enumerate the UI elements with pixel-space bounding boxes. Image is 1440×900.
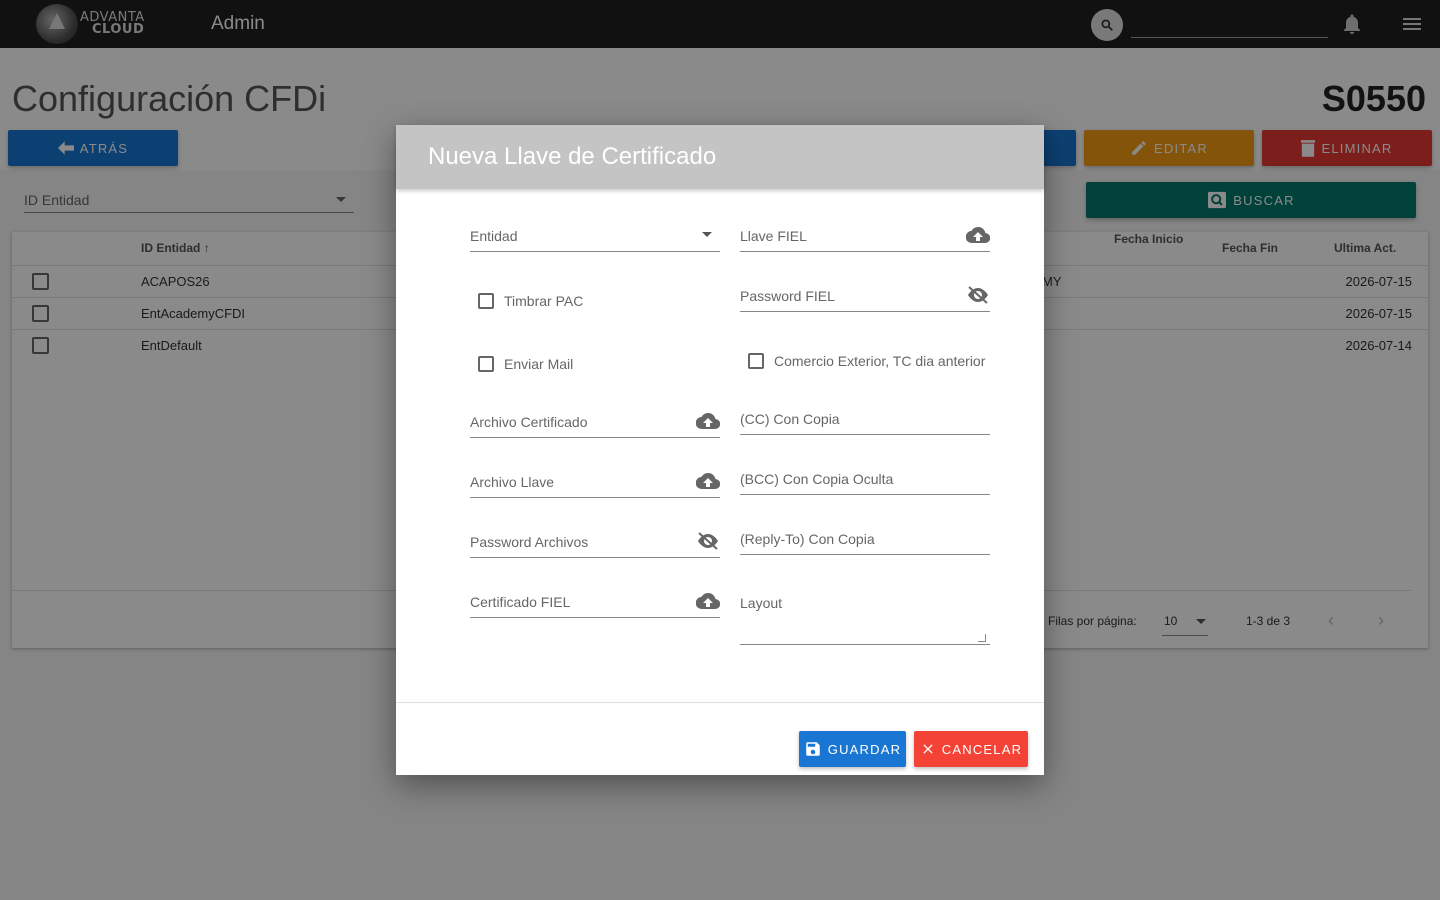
password-fiel-label: Password FIEL bbox=[740, 288, 835, 304]
dialog-title: Nueva Llave de Certificado bbox=[428, 143, 717, 170]
llave-fiel-field[interactable]: Llave FIEL bbox=[740, 220, 990, 252]
floppy-disk-icon bbox=[806, 742, 820, 756]
checkbox-box[interactable] bbox=[478, 293, 494, 309]
cloud-upload-icon[interactable] bbox=[696, 470, 720, 492]
cc-label: (CC) Con Copia bbox=[740, 411, 840, 427]
dropdown-arrow-icon bbox=[702, 232, 712, 237]
enviar-mail-label: Enviar Mail bbox=[504, 356, 574, 372]
password-archivos-field[interactable]: Password Archivos bbox=[470, 526, 720, 558]
certificado-fiel-field[interactable]: Certificado FIEL bbox=[470, 586, 720, 618]
resize-grip-icon[interactable] bbox=[978, 634, 986, 642]
checkbox-box[interactable] bbox=[748, 353, 764, 369]
archivo-llave-field[interactable]: Archivo Llave bbox=[470, 466, 720, 498]
cloud-upload-icon[interactable] bbox=[966, 224, 990, 246]
save-button[interactable]: GUARDAR bbox=[799, 731, 906, 767]
cc-field[interactable]: (CC) Con Copia bbox=[740, 403, 990, 435]
dialog-divider bbox=[396, 702, 1044, 703]
new-certificate-key-dialog: Nueva Llave de Certificado Entidad Timbr… bbox=[396, 125, 1044, 775]
reply-to-label: (Reply-To) Con Copia bbox=[740, 531, 875, 547]
bcc-label: (BCC) Con Copia Oculta bbox=[740, 471, 894, 487]
checkbox-box[interactable] bbox=[478, 356, 494, 372]
bcc-field[interactable]: (BCC) Con Copia Oculta bbox=[740, 463, 990, 495]
llave-fiel-label: Llave FIEL bbox=[740, 228, 807, 244]
dialog-header: Nueva Llave de Certificado bbox=[396, 125, 1044, 189]
password-fiel-field[interactable]: Password FIEL bbox=[740, 280, 990, 312]
archivo-certificado-label: Archivo Certificado bbox=[470, 414, 588, 430]
eye-off-icon[interactable] bbox=[696, 530, 720, 552]
entidad-label: Entidad bbox=[470, 228, 518, 244]
layout-textarea[interactable]: Layout bbox=[740, 591, 990, 645]
save-button-label: GUARDAR bbox=[827, 741, 902, 757]
comercio-exterior-checkbox[interactable]: Comercio Exterior, TC dia anterior bbox=[740, 349, 985, 373]
reply-to-field[interactable]: (Reply-To) Con Copia bbox=[740, 523, 990, 555]
cancel-button[interactable]: CANCELAR bbox=[914, 731, 1028, 767]
archivo-certificado-field[interactable]: Archivo Certificado bbox=[470, 406, 720, 438]
cancel-button-label: CANCELAR bbox=[941, 741, 1023, 757]
cloud-upload-icon[interactable] bbox=[696, 410, 720, 432]
cloud-upload-icon[interactable] bbox=[696, 590, 720, 612]
certificado-fiel-label: Certificado FIEL bbox=[470, 594, 571, 610]
password-archivos-label: Password Archivos bbox=[470, 534, 589, 550]
timbrar-pac-label: Timbrar PAC bbox=[504, 293, 584, 309]
archivo-llave-label: Archivo Llave bbox=[470, 474, 555, 490]
comercio-exterior-label: Comercio Exterior, TC dia anterior bbox=[774, 353, 986, 369]
entidad-select[interactable]: Entidad bbox=[470, 220, 720, 252]
eye-off-icon[interactable] bbox=[966, 284, 990, 306]
close-icon bbox=[923, 744, 933, 754]
layout-label: Layout bbox=[740, 595, 783, 611]
timbrar-pac-checkbox[interactable]: Timbrar PAC bbox=[470, 289, 583, 313]
enviar-mail-checkbox[interactable]: Enviar Mail bbox=[470, 352, 573, 376]
